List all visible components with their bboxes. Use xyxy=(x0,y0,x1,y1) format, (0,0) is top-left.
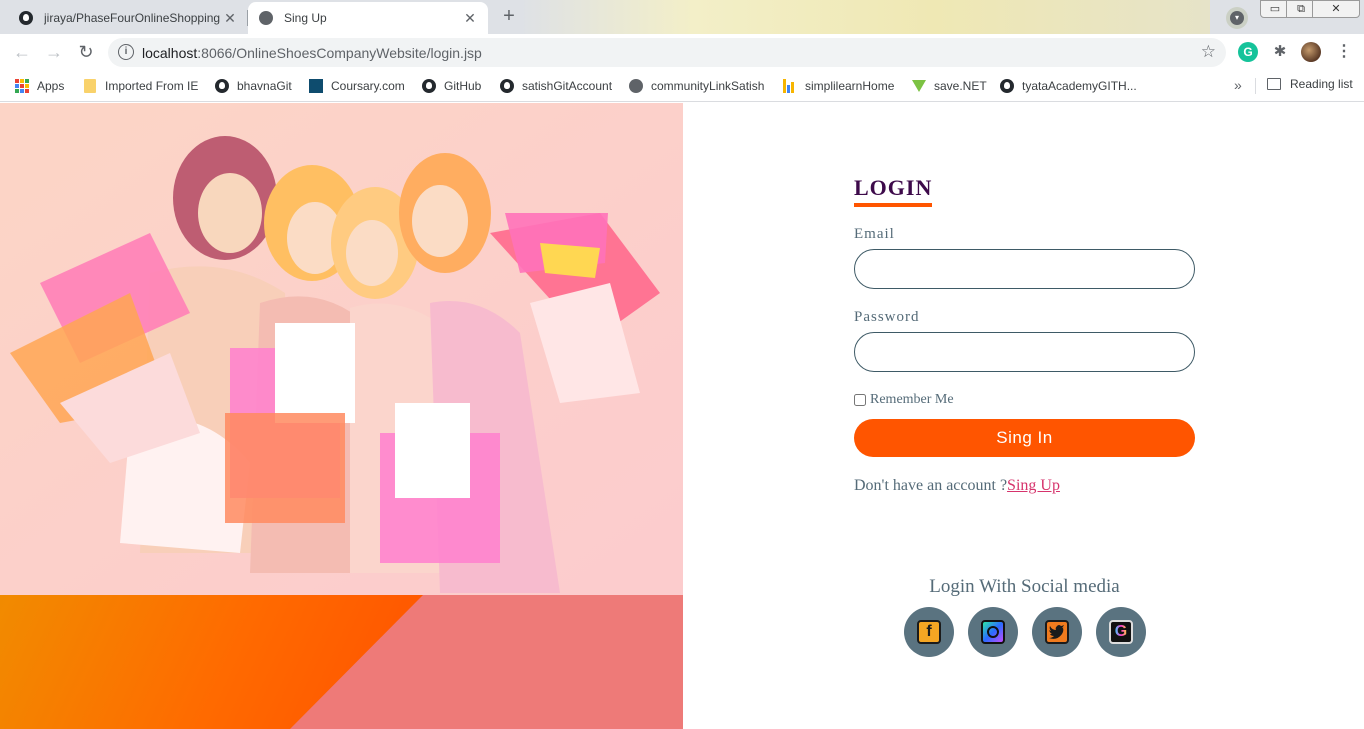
social-buttons: f G xyxy=(904,607,1146,657)
sign-in-button[interactable]: Sing In xyxy=(854,419,1195,457)
email-label: Email xyxy=(854,226,895,242)
github-icon xyxy=(999,78,1015,94)
signup-prompt: Don't have an account ?Sing Up xyxy=(854,477,1060,495)
forward-button[interactable]: → xyxy=(42,40,66,64)
bookmark-satishgitaccount[interactable]: satishGitAccount xyxy=(499,77,612,95)
orange-wedge xyxy=(0,595,423,729)
page-content: LOGIN Email Password Remember Me Sing In… xyxy=(0,103,1364,729)
google-icon: G xyxy=(1109,620,1133,644)
bookmark-label: bhavnaGit xyxy=(237,79,292,93)
bookmark-bhavnagit[interactable]: bhavnaGit xyxy=(214,77,292,95)
bookmark-savenet[interactable]: save.NET xyxy=(911,77,987,95)
bookmark-tyataacademy[interactable]: tyataAcademyGITH... xyxy=(999,77,1137,95)
social-login-title: Login With Social media xyxy=(929,576,1120,597)
tab-sing-up[interactable]: Sing Up ✕ xyxy=(248,2,488,34)
address-bar[interactable]: i localhost:8066/OnlineShoesCompanyWebsi… xyxy=(108,38,1226,67)
instagram-icon xyxy=(981,620,1005,644)
coursary-icon xyxy=(308,78,324,94)
bookmark-communitylinksatish[interactable]: communityLinkSatish xyxy=(628,77,764,95)
email-field[interactable] xyxy=(854,249,1195,289)
bookmark-label: simplilearnHome xyxy=(805,79,895,93)
password-label: Password xyxy=(854,309,920,325)
close-tab-icon[interactable]: ✕ xyxy=(462,10,478,27)
url-text[interactable]: localhost:8066/OnlineShoesCompanyWebsite… xyxy=(142,45,482,61)
github-icon xyxy=(18,10,34,26)
login-title: LOGIN xyxy=(854,175,933,207)
no-account-text: Don't have an account ? xyxy=(854,477,1008,494)
download-arrow-icon xyxy=(911,78,927,94)
remember-me-checkbox[interactable] xyxy=(854,394,866,406)
close-window-button[interactable]: ✕ xyxy=(1312,0,1360,18)
password-field[interactable] xyxy=(854,332,1195,372)
twitter-login-button[interactable] xyxy=(1032,607,1082,657)
tab-strip: jiraya/PhaseFourOnlineShopping ✕ Sing Up… xyxy=(0,0,1364,34)
bookmark-coursary[interactable]: Coursary.com xyxy=(308,77,405,95)
bookmark-imported-from-ie[interactable]: Imported From IE xyxy=(82,77,198,95)
browser-toolbar: ← → ↻ i localhost:8066/OnlineShoesCompan… xyxy=(0,34,1364,70)
bookmarks-bar: Apps Imported From IE bhavnaGit Coursary… xyxy=(0,70,1364,102)
remember-me-label: Remember Me xyxy=(870,392,954,407)
hero-image xyxy=(0,103,683,595)
new-tab-button[interactable]: + xyxy=(496,5,522,29)
more-bookmarks-icon[interactable]: » xyxy=(1234,77,1242,93)
google-login-button[interactable]: G xyxy=(1096,607,1146,657)
reading-list-label: Reading list xyxy=(1290,77,1353,91)
close-tab-icon[interactable]: ✕ xyxy=(222,10,238,27)
github-icon xyxy=(214,78,230,94)
bars-icon xyxy=(782,78,798,94)
site-info-icon[interactable]: i xyxy=(118,44,134,60)
bookmark-label: Coursary.com xyxy=(331,79,405,93)
bookmark-github[interactable]: GitHub xyxy=(421,77,481,95)
facebook-icon: f xyxy=(917,620,941,644)
menu-icon[interactable]: ⋮ xyxy=(1334,42,1354,62)
folder-icon xyxy=(82,78,98,94)
back-button[interactable]: ← xyxy=(10,40,34,64)
bookmark-label: satishGitAccount xyxy=(522,79,613,93)
shopping-women-illustration xyxy=(0,103,683,595)
decorative-footer xyxy=(0,595,683,729)
bookmark-label: Apps xyxy=(37,79,65,93)
profile-avatar[interactable] xyxy=(1301,42,1321,62)
instagram-login-button[interactable] xyxy=(968,607,1018,657)
globe-icon xyxy=(628,78,644,94)
chevron-down-icon: ▾ xyxy=(1230,11,1244,25)
bookmark-label: save.NET xyxy=(934,79,987,93)
facebook-login-button[interactable]: f xyxy=(904,607,954,657)
bookmark-apps[interactable]: Apps xyxy=(14,77,64,95)
twitter-icon xyxy=(1045,620,1069,644)
bookmark-simplilearnhome[interactable]: simplilearnHome xyxy=(782,77,894,95)
tab-search-button[interactable]: ▾ xyxy=(1226,7,1248,29)
globe-icon xyxy=(258,10,274,26)
bookmark-label: Imported From IE xyxy=(105,79,199,93)
sign-up-link[interactable]: Sing Up xyxy=(1007,477,1060,494)
theme-background xyxy=(520,0,1210,34)
reload-button[interactable]: ↻ xyxy=(74,40,98,64)
reading-list-button[interactable]: Reading list xyxy=(1267,77,1353,91)
bookmark-label: tyataAcademyGITH... xyxy=(1022,79,1137,93)
tab-title: jiraya/PhaseFourOnlineShopping xyxy=(44,11,221,25)
bookmark-star-icon[interactable]: ☆ xyxy=(1201,42,1216,62)
reading-list-icon xyxy=(1267,78,1281,90)
remember-me[interactable]: Remember Me xyxy=(854,392,954,408)
tab-title: Sing Up xyxy=(284,11,327,25)
grammarly-icon[interactable]: G xyxy=(1238,42,1258,62)
tab-github[interactable]: jiraya/PhaseFourOnlineShopping ✕ xyxy=(8,2,248,34)
bookmark-label: communityLinkSatish xyxy=(651,79,765,93)
github-icon xyxy=(499,78,515,94)
bookmark-label: GitHub xyxy=(444,79,482,93)
github-icon xyxy=(421,78,437,94)
extensions-puzzle-icon[interactable]: ✱ xyxy=(1270,42,1290,62)
divider xyxy=(1255,78,1256,94)
apps-grid-icon xyxy=(14,78,30,94)
